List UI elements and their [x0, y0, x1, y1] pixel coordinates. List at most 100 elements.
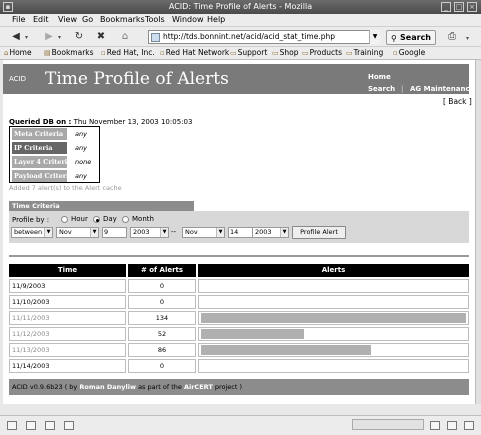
row-count: 0 [128, 279, 196, 293]
print-icon[interactable]: ⎙ [445, 30, 459, 44]
search-link[interactable]: Search [368, 85, 395, 93]
row-date[interactable]: 11/12/2003 [9, 327, 126, 341]
menu-file[interactable]: File [12, 15, 25, 24]
to-month-select[interactable]: Nov ▼ [182, 227, 225, 238]
criteria-label[interactable]: IP Criteria [12, 142, 67, 154]
radio-month-label: Month [132, 215, 154, 223]
radio-day[interactable] [93, 216, 100, 223]
chevron-down-icon: ▼ [44, 228, 52, 237]
ag-maintenance-link[interactable]: AG Maintenance [410, 85, 474, 93]
row-date: 11/9/2003 [9, 279, 126, 293]
magnifier-icon: ⚲ [391, 34, 397, 43]
from-month-select[interactable]: Nov ▼ [56, 227, 99, 238]
menu-edit[interactable]: Edit [33, 15, 49, 24]
criteria-value: any [75, 130, 87, 138]
window-titlebar: ▪ ACID: Time Profile of Alerts - Mozilla… [0, 0, 481, 14]
row-date: 11/14/2003 [9, 359, 126, 373]
menu-window[interactable]: Window [172, 15, 204, 24]
bookmark-red-hat-inc[interactable]: ▫Red Hat, Inc. [101, 48, 155, 57]
row-alerts-cell [198, 311, 469, 325]
bookmark-home[interactable]: ⌂Home [4, 48, 32, 57]
profile-by-label: Profile by : [12, 216, 50, 224]
row-count: 0 [128, 359, 196, 373]
menu-help[interactable]: Help [207, 15, 225, 24]
bookmark-support[interactable]: ▭Support [230, 48, 267, 57]
aircert-link[interactable]: AirCERT [184, 383, 213, 391]
page-icon [151, 33, 160, 42]
author-link[interactable]: Roman Danyliw [79, 383, 136, 391]
bookmark-shop[interactable]: ▭Shop [272, 48, 299, 57]
row-count: 0 [128, 295, 196, 309]
range-dash: -- [171, 228, 177, 236]
print-dropdown-icon[interactable]: ▾ [466, 35, 469, 42]
profile-alert-button[interactable]: Profile Alert [292, 226, 346, 239]
back-arrow-icon[interactable]: ◀ [9, 30, 23, 44]
alert-bar [201, 329, 304, 339]
bookmark-bookmarks[interactable]: ▤Bookmarks [44, 48, 94, 57]
search-button[interactable]: ⚲ Search [386, 30, 436, 45]
footer-text-pre: ACID v0.9.6b23 ( by [12, 383, 80, 391]
menu-go[interactable]: Go [82, 15, 93, 24]
back-link[interactable]: [ Back ] [443, 97, 472, 106]
menu-bookmarks[interactable]: Bookmarks [100, 15, 145, 24]
menu-view[interactable]: View [58, 15, 77, 24]
radio-hour[interactable] [61, 216, 68, 223]
criteria-row: IP Criteria any [12, 142, 99, 155]
from-year-select[interactable]: 2003 ▼ [130, 227, 169, 238]
bookmark-page-icon: ▫ [160, 49, 165, 57]
criteria-label[interactable]: Payload Criteria [12, 170, 73, 182]
footer-text-mid: as part of the [136, 383, 184, 391]
page-scrollbar[interactable] [475, 60, 481, 404]
criteria-value: any [75, 172, 87, 180]
popup-icon [464, 421, 474, 430]
forward-dropdown-icon[interactable]: ▾ [58, 34, 61, 41]
from-day-input[interactable]: 9 [102, 227, 127, 238]
close-icon[interactable]: × [467, 2, 477, 12]
url-field[interactable]: http://tds.bonnint.net/acid/acid_stat_ti… [148, 30, 380, 44]
progress-field [352, 419, 424, 430]
bookmark-training[interactable]: ▭Training [346, 48, 383, 57]
url-dropdown-icon[interactable]: ▼ [369, 30, 380, 44]
composer-icon[interactable] [45, 421, 55, 430]
menu-tools[interactable]: Tools [145, 15, 165, 24]
bookmark-google[interactable]: ▫Google [393, 48, 425, 57]
page-content: ACID Time Profile of Alerts Home Search … [3, 60, 475, 404]
back-dropdown-icon[interactable]: ▾ [25, 34, 28, 41]
home-icon[interactable]: ⌂ [118, 30, 132, 44]
stop-icon[interactable]: ✖ [94, 30, 108, 44]
time-criteria-panel: Profile by : Hour Day Month between ▼ Nov… [9, 211, 469, 243]
radio-day-label: Day [103, 215, 117, 223]
to-year-select[interactable]: 2003 ▼ [252, 227, 289, 238]
divider [9, 255, 469, 257]
address-book-icon[interactable] [64, 421, 74, 430]
reload-icon[interactable]: ↻ [72, 30, 86, 44]
mail-icon[interactable] [26, 421, 36, 430]
home-link[interactable]: Home [368, 73, 391, 81]
criteria-row: Meta Criteria any [12, 128, 99, 141]
row-date[interactable]: 11/11/2003 [9, 311, 126, 325]
forward-arrow-icon[interactable]: ▶ [42, 30, 56, 44]
criteria-label[interactable]: Meta Criteria [12, 128, 67, 140]
window-menu-icon[interactable]: ▪ [3, 2, 13, 12]
navigator-icon[interactable] [7, 421, 17, 430]
bookmark-page-icon: ▫ [101, 49, 106, 57]
column-header-alerts: Alerts [198, 264, 469, 277]
footer-text-post: project ) [212, 383, 243, 391]
criteria-label[interactable]: Layer 4 Criteria [12, 156, 71, 168]
maximize-icon[interactable]: □ [454, 2, 464, 12]
menu-bar: File Edit View Go Bookmarks Tools Window… [0, 14, 481, 27]
bookmark-red-hat-network[interactable]: ▫Red Hat Network [160, 48, 229, 57]
alert-bar [201, 345, 371, 355]
bookmark-products[interactable]: ▭Products [302, 48, 342, 57]
to-day-input[interactable]: 14 [228, 227, 253, 238]
range-mode-select[interactable]: between ▼ [11, 227, 53, 238]
minimize-icon[interactable]: _ [441, 2, 451, 12]
url-text: http://tds.bonnint.net/acid/acid_stat_ti… [163, 32, 335, 41]
acid-label: ACID [9, 75, 27, 83]
online-status-icon [430, 421, 440, 430]
bookmarks-toolbar: ⌂Home ▤Bookmarks ▫Red Hat, Inc. ▫Red Hat… [0, 47, 481, 60]
row-date[interactable]: 11/13/2003 [9, 343, 126, 357]
radio-month[interactable] [122, 216, 129, 223]
row-alerts-cell [198, 295, 469, 309]
row-date: 11/10/2003 [9, 295, 126, 309]
